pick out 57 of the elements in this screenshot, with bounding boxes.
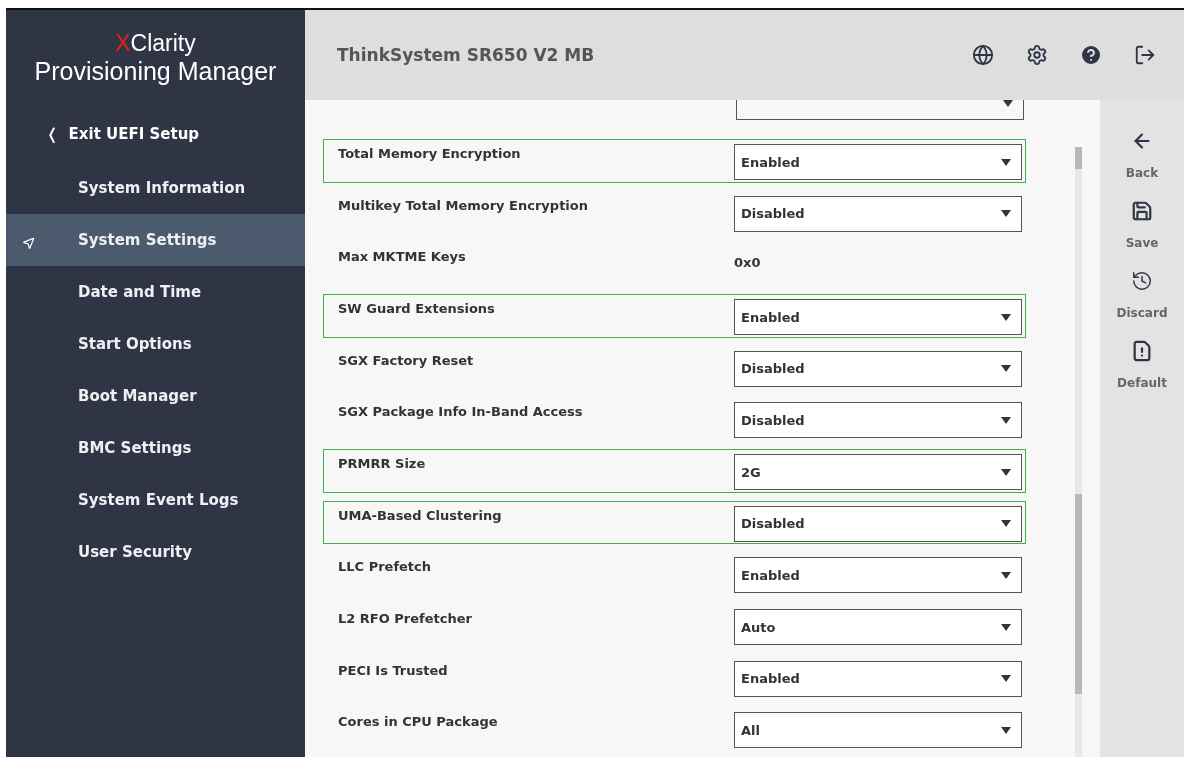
dropdown-field[interactable]: Disabled	[734, 350, 1022, 387]
nav-item[interactable]: System Information	[6, 162, 305, 214]
setting-label: Cores in CPU Package	[338, 714, 498, 732]
history-icon	[1131, 270, 1153, 292]
dropdown-field[interactable]: Enabled	[734, 557, 1022, 594]
setting-label: PECI Is Trusted	[338, 662, 448, 680]
nav-item[interactable]: Boot Manager	[6, 370, 305, 422]
dropdown-field[interactable]: 2G	[734, 454, 1022, 491]
nav-item[interactable]: System Event Logs	[6, 474, 305, 526]
setting-label: Max MKTME Keys	[338, 249, 466, 267]
dropdown-field[interactable]: Auto	[734, 609, 1022, 646]
save-button[interactable]: Save	[1107, 200, 1177, 250]
setting-label: SGX Package Info In-Band Access	[338, 404, 583, 422]
setting-value: 0x0	[734, 255, 762, 273]
nav-item[interactable]: User Security	[6, 526, 305, 578]
caret-icon	[1001, 726, 1011, 734]
caret-icon	[1001, 675, 1011, 683]
setting-label: Multikey Total Memory Encryption	[338, 197, 588, 215]
caret-icon	[1001, 313, 1011, 321]
caret-icon	[1001, 571, 1011, 579]
setting-label: Total Memory Encryption	[338, 146, 521, 164]
exit-setup-link[interactable]: ❬ Exit UEFI Setup	[6, 106, 305, 162]
caret-icon	[1001, 365, 1011, 373]
setting-label: L2 RFO Prefetcher	[338, 611, 472, 629]
nav-item[interactable]: Start Options	[6, 318, 305, 370]
setting-label: SW Guard Extensions	[338, 301, 495, 319]
nav-item[interactable]: System Settings	[6, 214, 305, 266]
system-title: ThinkSystem SR650 V2 MB	[337, 45, 596, 65]
dropdown-field[interactable]	[736, 100, 1024, 120]
dropdown-field[interactable]: Enabled	[734, 660, 1022, 697]
caret-icon	[1001, 210, 1011, 218]
dropdown-field[interactable]: Enabled	[734, 144, 1022, 181]
setting-label: SGX Factory Reset	[338, 352, 474, 370]
default-button[interactable]: Default	[1107, 340, 1177, 390]
caret-icon	[1001, 468, 1011, 476]
scrollbar[interactable]	[1075, 147, 1082, 757]
caret-icon	[1001, 623, 1011, 631]
product-logo: XClarity Provisioning Manager	[33, 28, 278, 87]
cursor-icon	[22, 236, 36, 250]
caret-icon	[1001, 520, 1011, 528]
dropdown-field[interactable]: Disabled	[734, 505, 1022, 542]
document-icon	[1131, 340, 1153, 362]
nav-item[interactable]: BMC Settings	[6, 422, 305, 474]
dropdown-field[interactable]: All	[734, 712, 1022, 749]
back-button[interactable]: Back	[1107, 130, 1177, 180]
dropdown-field[interactable]: Disabled	[734, 195, 1022, 232]
globe-icon[interactable]	[970, 42, 996, 68]
setting-label: LLC Prefetch	[338, 559, 432, 577]
setting-label: UMA-Based Clustering	[338, 507, 502, 525]
dropdown-field[interactable]: Enabled	[734, 299, 1022, 336]
caret-icon	[1001, 416, 1011, 424]
dropdown-field[interactable]: Disabled	[734, 402, 1022, 439]
save-icon	[1131, 200, 1153, 222]
discard-button[interactable]: Discard	[1107, 270, 1177, 320]
setting-label: PRMRR Size	[338, 456, 426, 474]
nav-item[interactable]: Date and Time	[6, 266, 305, 318]
caret-icon	[1001, 158, 1011, 166]
